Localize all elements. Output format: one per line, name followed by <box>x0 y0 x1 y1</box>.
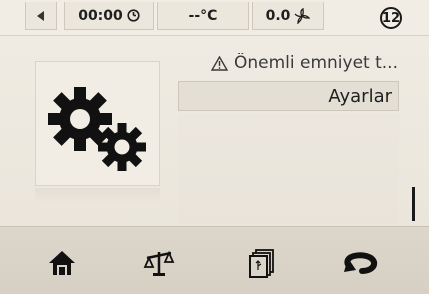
scrollbar[interactable] <box>412 187 415 221</box>
timer-value: 00:00 <box>78 7 123 24</box>
settings-menu-item[interactable]: Ayarlar <box>178 81 399 111</box>
safety-warning-item[interactable]: Önemli emniyet t... <box>183 50 398 76</box>
device-screen: 00:00 --°C 0.0 12 Önemli emniyet t... Ay… <box>0 0 429 294</box>
menu-list-area <box>178 114 399 224</box>
step-number: 12 <box>381 10 401 26</box>
scale-icon <box>143 250 175 276</box>
bottom-navigation <box>0 226 429 294</box>
warning-label: Önemli emniyet t... <box>233 53 398 73</box>
status-bar: 00:00 --°C 0.0 12 <box>0 0 429 36</box>
status-back-button[interactable] <box>25 2 57 30</box>
step-number-badge: 12 <box>380 7 402 29</box>
speed-display[interactable]: 0.0 <box>252 2 324 30</box>
gears-icon <box>48 87 146 171</box>
temperature-display[interactable]: --°C <box>157 2 249 30</box>
back-arrow-icon <box>37 10 44 21</box>
timer-display[interactable]: 00:00 <box>64 2 154 30</box>
scale-button[interactable] <box>141 245 177 281</box>
recipe-book-icon <box>249 249 274 278</box>
fan-icon <box>294 7 311 24</box>
clock-icon <box>127 9 140 22</box>
return-arrow-icon <box>344 252 378 274</box>
tile-reflection <box>35 188 160 204</box>
speed-value: 0.0 <box>265 7 291 24</box>
return-button[interactable] <box>342 245 378 281</box>
home-button[interactable] <box>44 245 80 281</box>
home-icon <box>49 251 75 275</box>
settings-label: Ayarlar <box>328 85 392 107</box>
warning-triangle-icon <box>210 55 228 71</box>
recipes-button[interactable] <box>244 245 280 281</box>
main-content: Önemli emniyet t... Ayarlar <box>0 36 429 226</box>
settings-tile[interactable] <box>35 61 160 186</box>
temperature-value: --°C <box>188 7 218 24</box>
